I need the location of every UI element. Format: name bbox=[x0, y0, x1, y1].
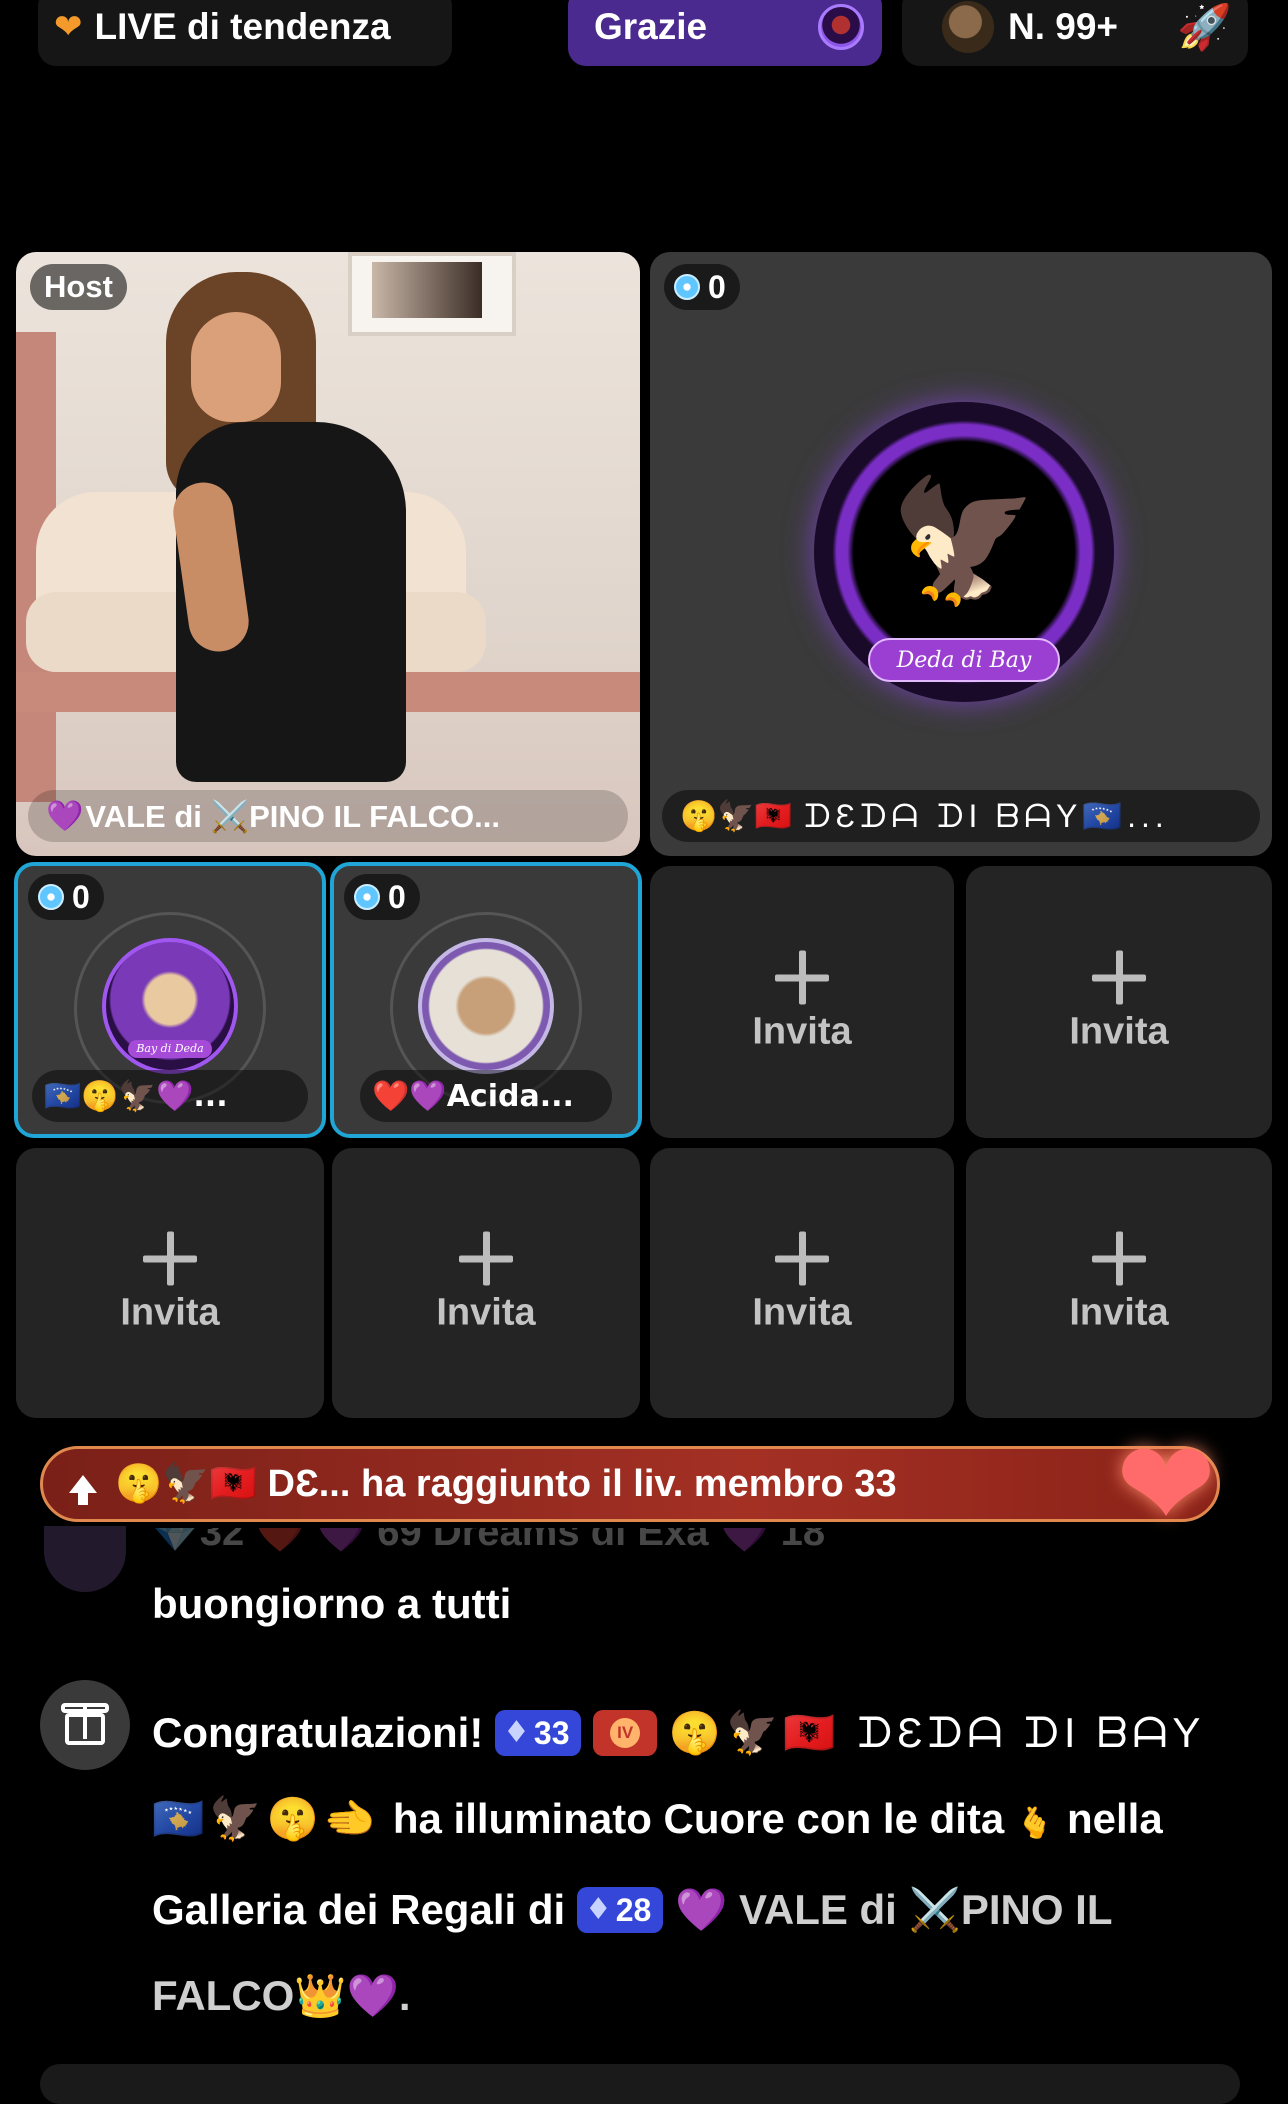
guest-name-bar[interactable]: 🇽🇰🤫🦅💜... bbox=[32, 1070, 308, 1122]
level-up-banner[interactable]: 🤫🦅🇦🇱 DƐ... ha raggiunto il liv. membro 3… bbox=[40, 1446, 1220, 1522]
gem-icon bbox=[354, 884, 380, 910]
fan-badge: IV bbox=[593, 1709, 658, 1756]
invite-label: Invita bbox=[436, 1291, 536, 1334]
heart-icon: ❤ bbox=[54, 7, 83, 47]
avatar-ribbon: Bay di Deda bbox=[128, 1040, 212, 1058]
invite-slot[interactable]: Invita bbox=[16, 1148, 324, 1418]
cohost-name: ᗪƐᗪᗩ ᗪI ᗷᗩY🇽🇰... bbox=[804, 797, 1169, 834]
level-badge: ♦ 28 bbox=[576, 1886, 664, 1933]
plus-icon bbox=[143, 1231, 197, 1286]
guest-tile[interactable]: 0 ❤️💜Acida... bbox=[330, 862, 642, 1138]
heart-badge-icon: ❤ bbox=[1115, 1416, 1217, 1555]
invite-label: Invita bbox=[120, 1291, 220, 1334]
host-name: VALE di ⚔️PINO IL FALCO... bbox=[85, 798, 500, 834]
avatar bbox=[418, 938, 554, 1074]
level-badge: ♦ 33 bbox=[494, 1709, 582, 1756]
avatar bbox=[942, 1, 994, 53]
cohost-name-bar[interactable]: 🤫🦅🇦🇱 ᗪƐᗪᗩ ᗪI ᗷᗩY🇽🇰... bbox=[662, 790, 1260, 842]
diamond-icon: ♦ bbox=[584, 1891, 612, 1927]
gem-icon bbox=[38, 884, 64, 910]
guest-name: ❤️💜Acida... bbox=[372, 1078, 574, 1114]
plus-icon bbox=[459, 1231, 513, 1286]
invite-slot[interactable]: Invita bbox=[650, 1148, 954, 1418]
thanks-label: Grazie bbox=[594, 6, 708, 47]
gift-message: Congratulazioni! ♦ 33 IV 🤫🦅🇦🇱 ᗪƐᗪᗩ ᗪI ᗷᗩY… bbox=[152, 1690, 1262, 2039]
gift-text-1: ha illuminato Cuore con le dita bbox=[392, 1795, 1005, 1842]
diamond-icon: ♦ bbox=[502, 1714, 530, 1750]
purple-heart-icon: 💜 bbox=[46, 798, 84, 834]
invite-label: Invita bbox=[752, 1010, 852, 1053]
host-video-tile[interactable]: Host 💜 VALE di ⚔️PINO IL FALCO... bbox=[16, 252, 640, 856]
gift-title: Congratulazioni! bbox=[152, 1709, 484, 1756]
plus-icon bbox=[775, 1231, 829, 1286]
invite-slot[interactable]: Invita bbox=[966, 1148, 1272, 1418]
comment-input-bar[interactable] bbox=[40, 2064, 1240, 2104]
guest-tile[interactable]: 0 Bay di Deda 🇽🇰🤫🦅💜... bbox=[14, 862, 326, 1138]
banner-text: 🤫🦅🇦🇱 DƐ... ha raggiunto il liv. membro 3… bbox=[115, 1463, 897, 1505]
gem-icon bbox=[674, 274, 700, 300]
host-video-feed bbox=[16, 252, 640, 856]
rocket-icon: 🚀 bbox=[1177, 2, 1232, 53]
avatar-ribbon: Deda di Bay bbox=[868, 638, 1060, 682]
cohost-tile[interactable]: 0 🦅 Deda di Bay 🤫🦅🇦🇱 ᗪƐᗪᗩ ᗪI ᗷᗩY🇽🇰... bbox=[650, 252, 1272, 856]
trending-live-button[interactable]: ❤ LIVE di tendenza bbox=[38, 0, 452, 66]
invite-label: Invita bbox=[752, 1291, 852, 1334]
avatar: Bay di Deda bbox=[102, 938, 238, 1074]
thanks-button[interactable]: Grazie bbox=[568, 0, 882, 66]
trending-label: LIVE di tendenza bbox=[94, 6, 391, 47]
gift-icon bbox=[61, 1703, 109, 1745]
host-tag: Host bbox=[30, 264, 127, 310]
chat-message: buongiorno a tutti bbox=[152, 1580, 512, 1627]
gem-counter: 0 bbox=[344, 874, 420, 920]
name-emojis: 🤫🦅🇦🇱 bbox=[680, 798, 793, 834]
faded-chat-row: 💎32 ❤️ 💜 69 Dreams di Exa 💜 18 bbox=[150, 1528, 826, 1554]
gem-counter: 0 bbox=[664, 264, 740, 310]
plus-icon bbox=[775, 950, 829, 1005]
invite-label: Invita bbox=[1069, 1291, 1169, 1334]
invite-slot[interactable]: Invita bbox=[332, 1148, 640, 1418]
host-name-bar[interactable]: 💜 VALE di ⚔️PINO IL FALCO... bbox=[28, 790, 628, 842]
invite-slot[interactable]: Invita bbox=[966, 866, 1272, 1138]
plus-icon bbox=[1092, 950, 1146, 1005]
arrow-up-icon bbox=[69, 1475, 97, 1505]
rank-label: N. 99+ bbox=[1008, 6, 1119, 47]
gift-icon-button[interactable] bbox=[40, 1680, 130, 1770]
eagle-icon: 🦅 bbox=[889, 472, 1039, 611]
guest-name-bar[interactable]: ❤️💜Acida... bbox=[360, 1070, 612, 1122]
gem-counter: 0 bbox=[28, 874, 104, 920]
invite-slot[interactable]: Invita bbox=[650, 866, 954, 1138]
cohost-avatar: 🦅 Deda di Bay bbox=[814, 402, 1114, 702]
ranking-button[interactable]: N. 99+ 🚀 bbox=[902, 0, 1248, 66]
guest-name: 🇽🇰🤫🦅💜... bbox=[44, 1078, 228, 1114]
finger-heart-icon: 🫰 bbox=[1015, 1806, 1054, 1841]
thanks-badge-icon bbox=[818, 4, 864, 50]
plus-icon bbox=[1092, 1231, 1146, 1286]
invite-label: Invita bbox=[1069, 1010, 1169, 1053]
